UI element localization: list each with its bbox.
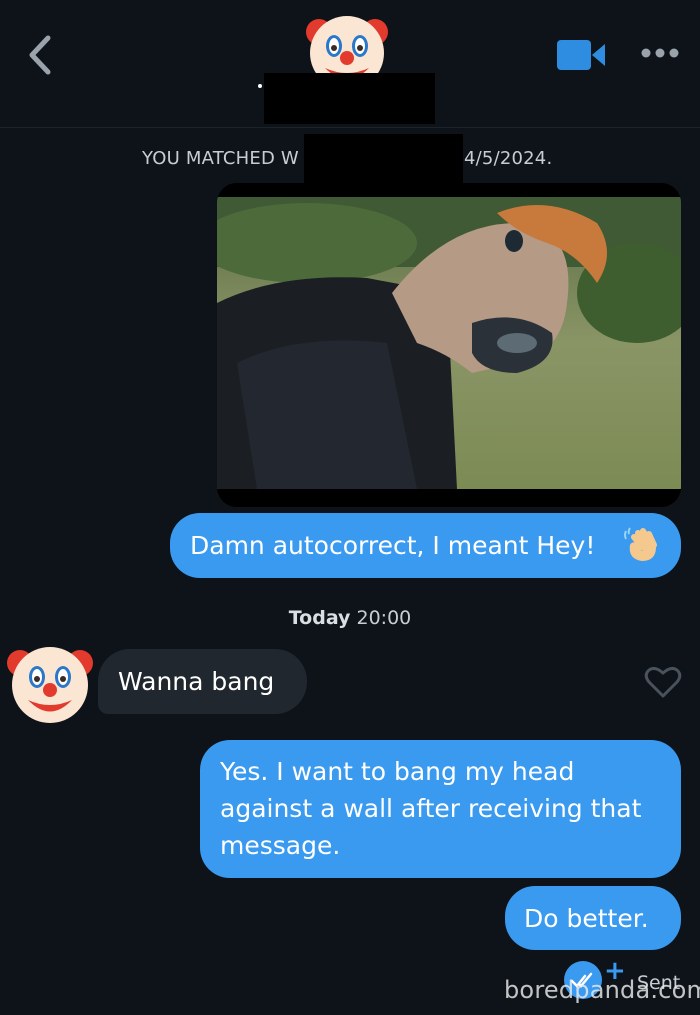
outgoing-message-bubble[interactable]: Do better. [505,886,681,950]
incoming-message-bubble[interactable]: Wanna bang [98,649,307,714]
video-camera-icon [557,40,605,70]
clown-face-icon[interactable] [6,639,94,727]
message-line: Yes. I want to bang my head [220,757,575,786]
like-button[interactable] [644,664,682,700]
outgoing-message-bubble[interactable]: Damn autocorrect, I meant Hey! [170,513,681,578]
name-fragment [258,84,262,88]
redacted-name [264,73,435,124]
more-options-button[interactable] [638,40,682,66]
message-text: Do better. [524,904,649,933]
back-button[interactable] [20,30,60,80]
gif-message[interactable] [217,183,681,507]
horse-mask-gif [217,183,681,507]
match-text-left: YOU MATCHED W [142,148,299,169]
message-line: against a wall after receiving that [220,794,642,823]
chat-header [0,0,700,128]
message-text: Damn autocorrect, I meant Hey! [190,531,596,560]
message-line: message. [220,831,341,860]
match-date: 4/5/2024. [464,148,553,169]
watermark: boredpanda.com [504,976,700,1004]
waving-hand-icon [624,527,657,561]
message-timestamp: Today 20:00 [0,607,700,629]
timestamp-time: 20:00 [356,607,412,629]
outgoing-message-bubble[interactable]: Yes. I want to bang my head against a wa… [200,740,681,878]
chevron-left-icon [29,35,51,75]
heart-outline-icon [644,666,682,698]
timestamp-day: Today [288,607,351,629]
more-dots-icon [641,48,679,58]
message-text: Wanna bang [118,667,275,696]
video-call-button[interactable] [555,38,607,72]
